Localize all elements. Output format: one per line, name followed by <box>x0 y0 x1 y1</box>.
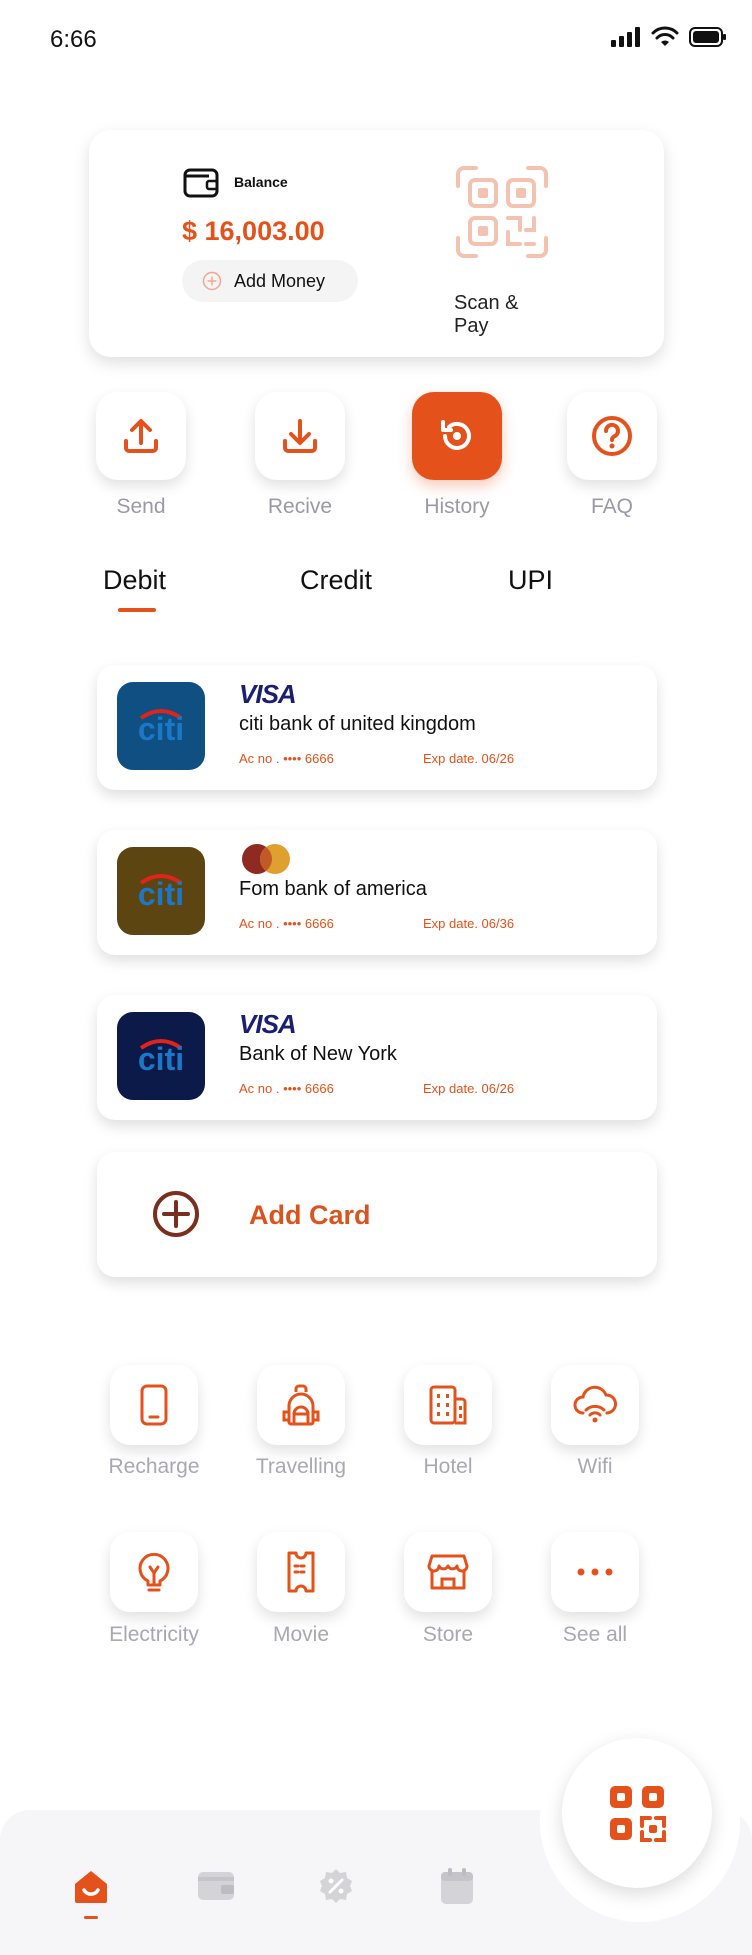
status-time: 6:66 <box>50 26 97 53</box>
svg-text:citi: citi <box>138 1041 184 1077</box>
plus-circle-icon <box>153 1191 199 1237</box>
calendar-icon <box>441 1868 473 1904</box>
add-money-button[interactable]: Add Money <box>182 260 358 302</box>
bank-card[interactable]: citi Fom bank of america Ac no . •••• 66… <box>97 830 657 955</box>
home-icon <box>75 1871 107 1903</box>
wifi-label: Wifi <box>577 1455 613 1478</box>
movie-button[interactable] <box>257 1532 345 1612</box>
scan-fab-button[interactable] <box>562 1738 712 1888</box>
nav-calendar[interactable] <box>437 1866 477 1906</box>
faq-button[interactable] <box>567 392 657 480</box>
backpack-icon <box>282 1384 320 1426</box>
nav-wallet[interactable] <box>196 1866 236 1906</box>
recharge-button[interactable] <box>110 1365 198 1445</box>
tab-debit[interactable]: Debit <box>103 565 166 596</box>
question-icon <box>592 416 632 456</box>
add-card-button[interactable]: Add Card <box>97 1152 657 1277</box>
ticket-icon <box>287 1551 315 1593</box>
nav-offers[interactable] <box>316 1866 356 1906</box>
faq-label: FAQ <box>590 495 633 518</box>
send-button[interactable] <box>96 392 186 480</box>
balance-card: Balance $ 16,003.00 Add Money Scan & Pay <box>89 130 664 357</box>
account-number: Ac no . •••• 6666 <box>239 1081 334 1096</box>
history-icon <box>441 420 471 450</box>
tab-upi[interactable]: UPI <box>508 565 553 596</box>
account-number: Ac no . •••• 6666 <box>239 916 334 931</box>
bank-name: Bank of New York <box>239 1043 397 1065</box>
signal-icon <box>611 26 640 47</box>
add-card-label: Add Card <box>249 1200 371 1230</box>
recharge-label: Recharge <box>108 1455 200 1478</box>
scan-pay-label[interactable]: Scan & Pay <box>454 292 554 338</box>
wifi-icon <box>651 26 679 46</box>
bank-name: Fom bank of america <box>239 878 427 900</box>
battery-icon <box>689 26 726 47</box>
electricity-button[interactable] <box>110 1532 198 1612</box>
add-money-label: Add Money <box>234 270 326 291</box>
nav-active-indicator <box>84 1916 98 1919</box>
wifi-button[interactable] <box>551 1365 639 1445</box>
svg-text:citi: citi <box>138 876 184 912</box>
hotel-button[interactable] <box>404 1365 492 1445</box>
hotel-label: Hotel <box>423 1455 473 1478</box>
mastercard-logo <box>242 844 290 874</box>
travelling-button[interactable] <box>257 1365 345 1445</box>
see-all-label: See all <box>562 1623 628 1646</box>
phone-icon <box>140 1384 168 1426</box>
bank-card[interactable]: citi VISA citi bank of united kingdom Ac… <box>97 665 657 790</box>
status-icons <box>611 26 727 47</box>
upload-icon <box>124 419 158 453</box>
store-icon <box>427 1554 469 1590</box>
download-icon <box>283 419 317 453</box>
receive-button[interactable] <box>255 392 345 480</box>
discount-badge-icon <box>320 1869 352 1903</box>
expiry-date: Exp date. 06/36 <box>423 916 515 931</box>
store-button[interactable] <box>404 1532 492 1612</box>
receive-label: Recive <box>267 495 333 518</box>
visa-logo: VISA <box>239 679 297 709</box>
nav-home[interactable] <box>71 1866 111 1906</box>
movie-label: Movie <box>272 1623 330 1646</box>
plus-circle-icon <box>202 271 222 291</box>
history-button[interactable] <box>412 392 502 480</box>
citi-logo: citi <box>117 682 205 770</box>
tab-credit[interactable]: Credit <box>300 565 372 596</box>
balance-label: Balance <box>234 174 288 190</box>
qr-scan-icon <box>610 1786 666 1842</box>
citi-logo: citi <box>117 1012 205 1100</box>
see-all-button[interactable] <box>551 1532 639 1612</box>
qr-code-icon[interactable] <box>454 164 550 260</box>
visa-logo: VISA <box>239 1009 297 1039</box>
electricity-label: Electricity <box>109 1623 199 1646</box>
send-label: Send <box>116 495 166 518</box>
history-label: History <box>424 495 490 518</box>
cloud-wifi-icon <box>573 1385 617 1423</box>
tab-active-indicator <box>118 608 156 612</box>
travelling-label: Travelling <box>255 1455 347 1478</box>
expiry-date: Exp date. 06/26 <box>423 1081 515 1096</box>
bank-card[interactable]: citi VISA Bank of New York Ac no . •••• … <box>97 995 657 1120</box>
building-icon <box>429 1385 467 1425</box>
bank-name: citi bank of united kingdom <box>239 713 476 735</box>
citi-logo: citi <box>117 847 205 935</box>
account-number: Ac no . •••• 6666 <box>239 751 334 766</box>
svg-text:citi: citi <box>138 711 184 747</box>
more-icon <box>577 1568 613 1576</box>
balance-amount: $ 16,003.00 <box>182 216 325 246</box>
store-label: Store <box>422 1623 474 1646</box>
bulb-icon <box>138 1552 170 1592</box>
expiry-date: Exp date. 06/26 <box>423 751 515 766</box>
wallet-icon <box>183 168 219 198</box>
wallet-icon <box>198 1872 234 1900</box>
